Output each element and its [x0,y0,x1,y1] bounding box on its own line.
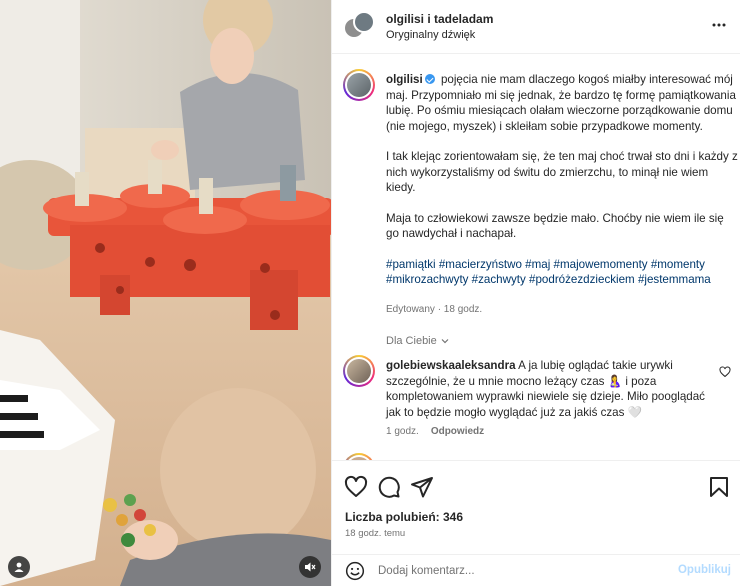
bookmark-icon [710,477,728,497]
avatar [347,73,371,97]
share-button[interactable] [410,475,434,499]
add-comment-bar: Opublikuj [332,554,740,586]
comment-bubble-icon [378,476,400,498]
speaker-muted-icon [305,562,316,572]
likes-count[interactable]: Liczba polubień: 346 [345,510,463,524]
caption-paragraph-2: I tak klejąc zorientowałam się, że ten m… [386,150,738,194]
like-button[interactable] [344,475,368,499]
comment-emoji-1: 🤱 [607,374,623,388]
tagged-users-button[interactable] [8,556,30,578]
reply-button[interactable]: Odpowiedz [431,426,484,437]
comment-like-button[interactable] [719,365,731,383]
chevron-down-icon [441,339,449,344]
comment-meta: 1 godz. Odpowiedz [386,426,484,437]
smiley-icon [345,561,365,581]
edited-timestamp: Edytowany · 18 godz. [386,304,483,315]
post-header: olgilisi i tadeladam Oryginalny dźwięk [332,0,740,54]
for-you-label: Dla Ciebie [386,335,437,347]
mute-button[interactable] [299,556,321,578]
action-bar [332,460,740,512]
caption-text: olgilisi pojęcia nie mam dlaczego kogoś … [386,72,739,288]
post-time-ago: 18 godz. temu [345,528,406,539]
heart-icon [344,475,368,497]
save-button[interactable] [707,475,731,499]
avatar[interactable] [353,11,375,33]
comment-input[interactable] [378,561,668,581]
comment-time: 1 godz. [386,426,419,437]
caption-paragraph-1: pojęcia nie mam dlaczego kogoś miałby in… [386,73,736,133]
comment-avatar[interactable] [343,355,375,387]
video-frame [0,0,331,586]
post-details-panel: olgilisi i tadeladam Oryginalny dźwięk o… [331,0,740,586]
user-icon [14,562,24,572]
more-options-button[interactable] [709,17,729,37]
post-media[interactable] [0,0,331,586]
comment-username[interactable]: golebiewskaaleksandra [386,359,516,372]
next-comment-avatar[interactable] [343,453,375,460]
post-comment-button[interactable]: Opublikuj [678,564,731,576]
heart-icon [719,366,731,378]
avatar [347,359,371,383]
comment-emoji-2: 🤍 [627,405,643,419]
audio-label[interactable]: Oryginalny dźwięk [386,29,475,41]
comment-text: golebiewskaaleksandra A ja lubię oglądać… [386,358,721,420]
emoji-picker-button[interactable] [345,561,365,581]
comment-button[interactable] [377,475,401,499]
more-horizontal-icon [712,23,726,27]
post-author-names[interactable]: olgilisi i tadeladam [386,12,493,26]
paper-plane-icon [411,477,433,498]
caption-paragraph-3: Maja to człowiekowi zawsze będzie mało. … [386,211,724,241]
comments-scroll-area[interactable]: olgilisi pojęcia nie mam dlaczego kogoś … [332,55,740,460]
caption-username[interactable]: olgilisi [386,73,423,86]
for-you-toggle[interactable]: Dla Ciebie [386,335,450,347]
collab-avatars[interactable] [343,11,375,43]
caption-avatar[interactable] [343,69,375,101]
caption-hashtags[interactable]: #pamiątki #macierzyństwo #maj #majowemom… [386,257,739,288]
verified-badge-icon [424,74,435,84]
